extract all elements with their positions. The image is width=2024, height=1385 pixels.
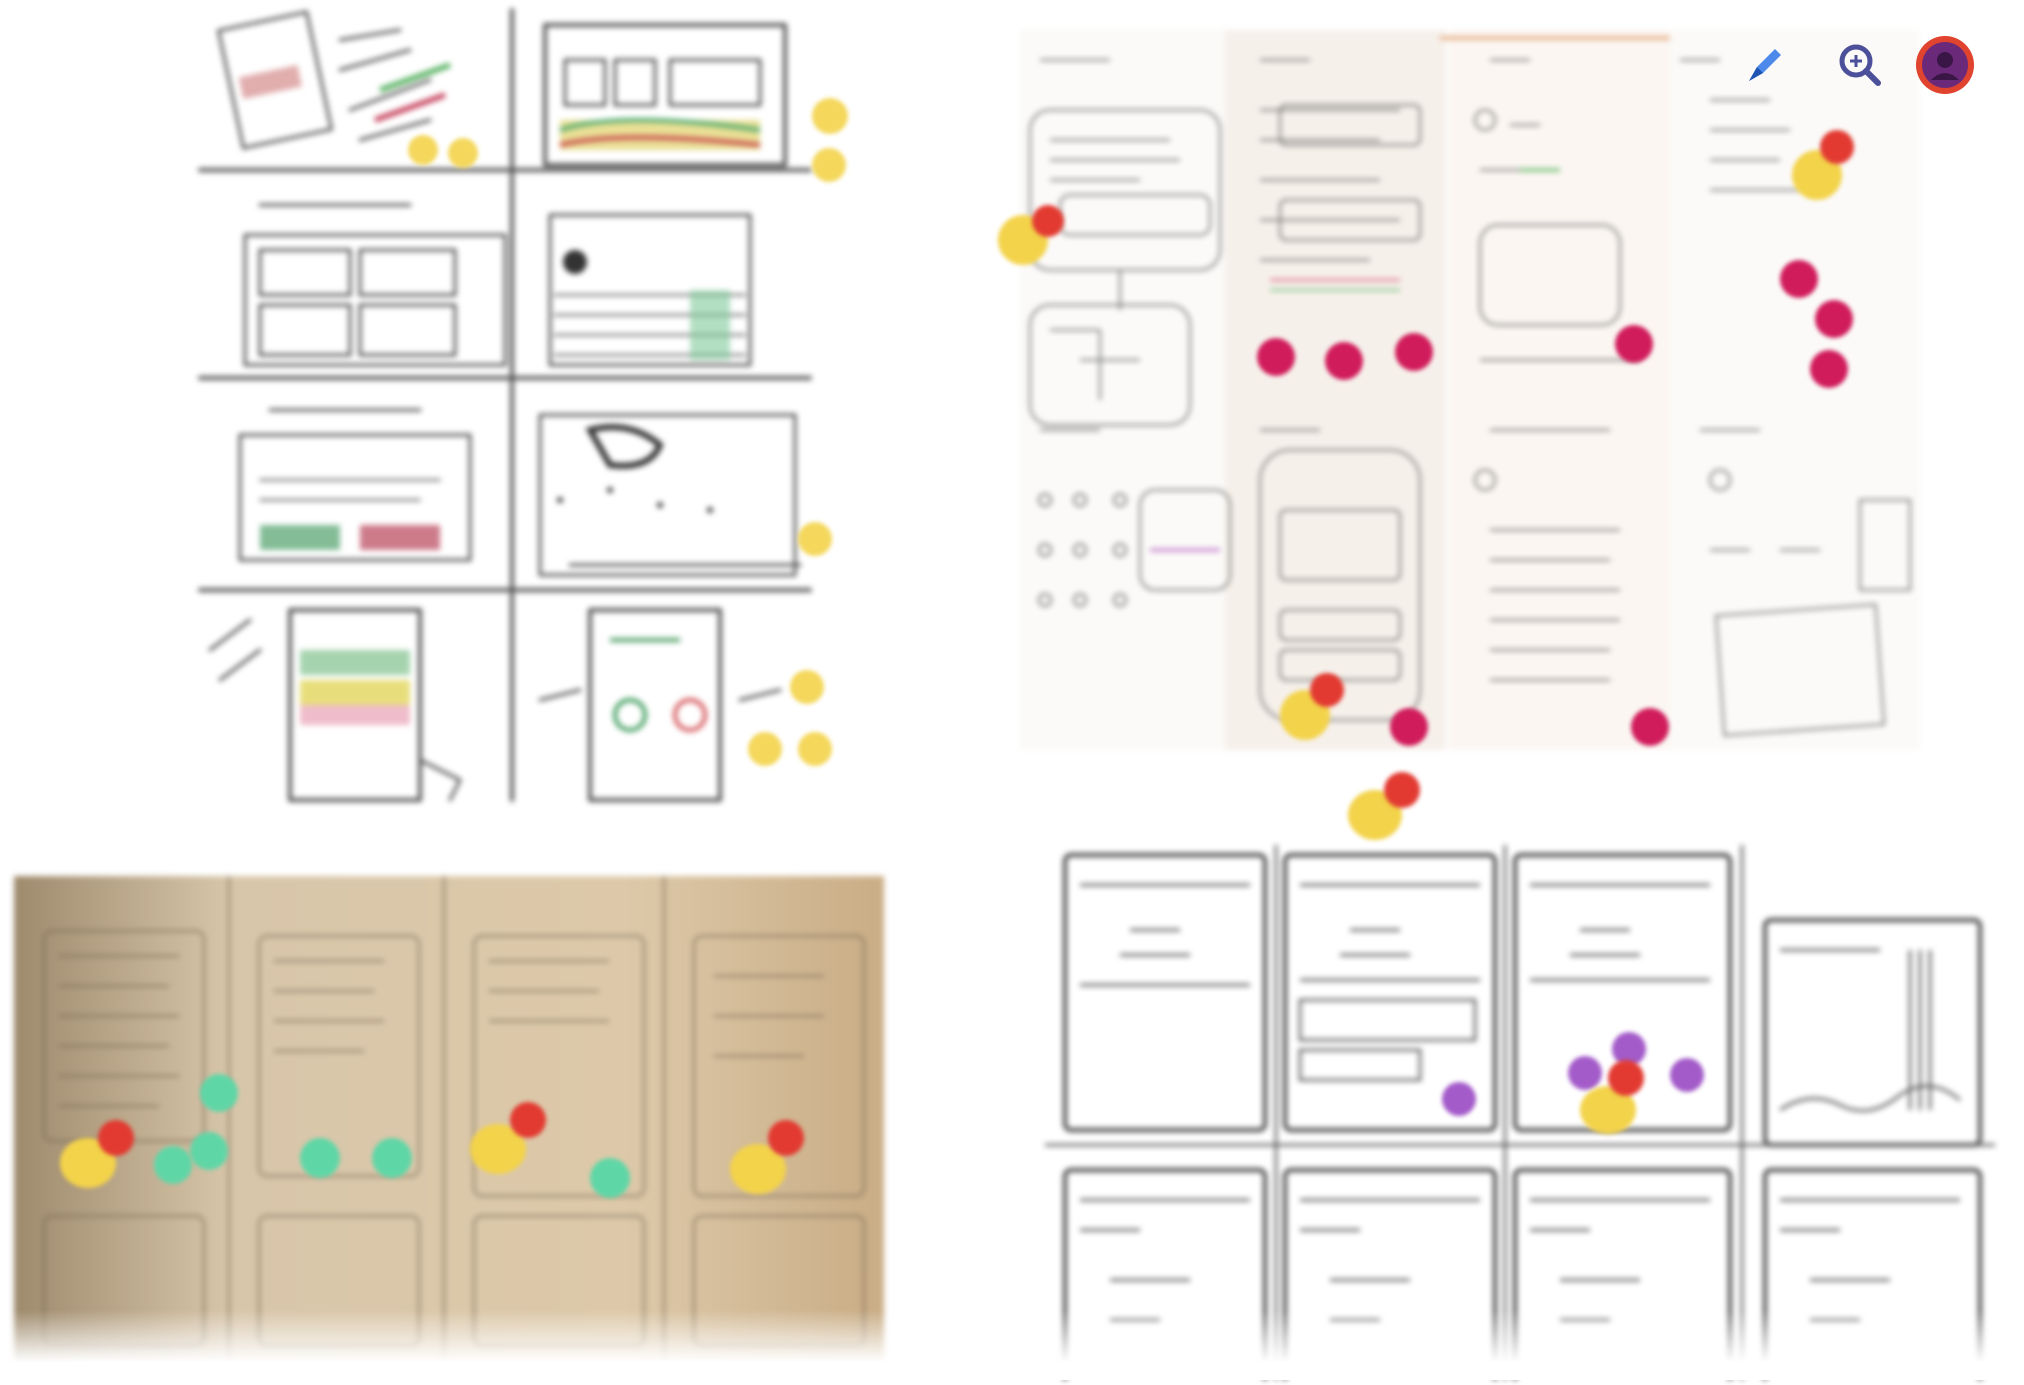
vote-dot-red bbox=[768, 1120, 804, 1156]
vote-dot-yellow bbox=[812, 148, 846, 182]
vote-dot-green bbox=[300, 1138, 340, 1178]
vote-dot-magenta bbox=[1257, 338, 1295, 376]
vote-dot-green bbox=[590, 1158, 630, 1198]
vote-dot-yellow bbox=[812, 98, 848, 134]
vote-dot-purple bbox=[1442, 1082, 1476, 1116]
vote-dot-magenta bbox=[1325, 342, 1363, 380]
photo-panel-bottom-left bbox=[14, 876, 884, 1366]
vote-dot-green bbox=[372, 1138, 412, 1178]
vote-dot-magenta bbox=[1390, 708, 1428, 746]
vote-dot-red bbox=[1032, 205, 1064, 237]
vote-dot-red bbox=[98, 1120, 134, 1156]
vote-dot-red bbox=[1384, 772, 1420, 808]
vote-dot-magenta bbox=[1395, 333, 1433, 371]
sketch-drawing bbox=[198, 8, 812, 802]
wireframe-panel-bottom-right bbox=[1040, 840, 2000, 1385]
vote-dot-yellow bbox=[748, 732, 782, 766]
vote-dot-yellow bbox=[790, 670, 824, 704]
user-avatar[interactable] bbox=[1910, 30, 1980, 100]
vote-dot-purple bbox=[1670, 1058, 1704, 1092]
wireframe-drawing bbox=[1045, 845, 1995, 1385]
vote-dot-yellow bbox=[408, 135, 438, 165]
vote-dot-red bbox=[510, 1102, 546, 1138]
vote-dot-purple bbox=[1568, 1056, 1602, 1090]
vote-dot-red bbox=[1310, 673, 1344, 707]
vote-dot-green bbox=[200, 1074, 238, 1112]
vote-dot-magenta bbox=[1615, 325, 1653, 363]
vote-dot-yellow bbox=[448, 138, 478, 168]
vote-dot-green bbox=[154, 1146, 192, 1184]
vote-dot-yellow bbox=[798, 522, 832, 556]
vote-dot-magenta bbox=[1815, 300, 1853, 338]
sketch-panel-top-right bbox=[998, 30, 1920, 750]
vote-dot-red bbox=[1608, 1060, 1644, 1096]
sketch-panel-top-left bbox=[190, 0, 848, 820]
zoom-icon[interactable] bbox=[1825, 30, 1895, 100]
vote-dot-green bbox=[190, 1132, 228, 1170]
canvas-toolbar bbox=[1680, 30, 1990, 100]
vote-dot-magenta bbox=[1780, 260, 1818, 298]
bottom-fade bbox=[0, 1310, 2024, 1380]
vote-dot-yellow bbox=[798, 732, 832, 766]
vote-dot-magenta bbox=[1631, 708, 1669, 746]
pen-icon[interactable] bbox=[1730, 30, 1800, 100]
sketch-drawing bbox=[1020, 30, 1920, 750]
sketch-photo bbox=[14, 876, 884, 1366]
vote-dot-magenta bbox=[1810, 350, 1848, 388]
vote-dot-red bbox=[1820, 130, 1854, 164]
